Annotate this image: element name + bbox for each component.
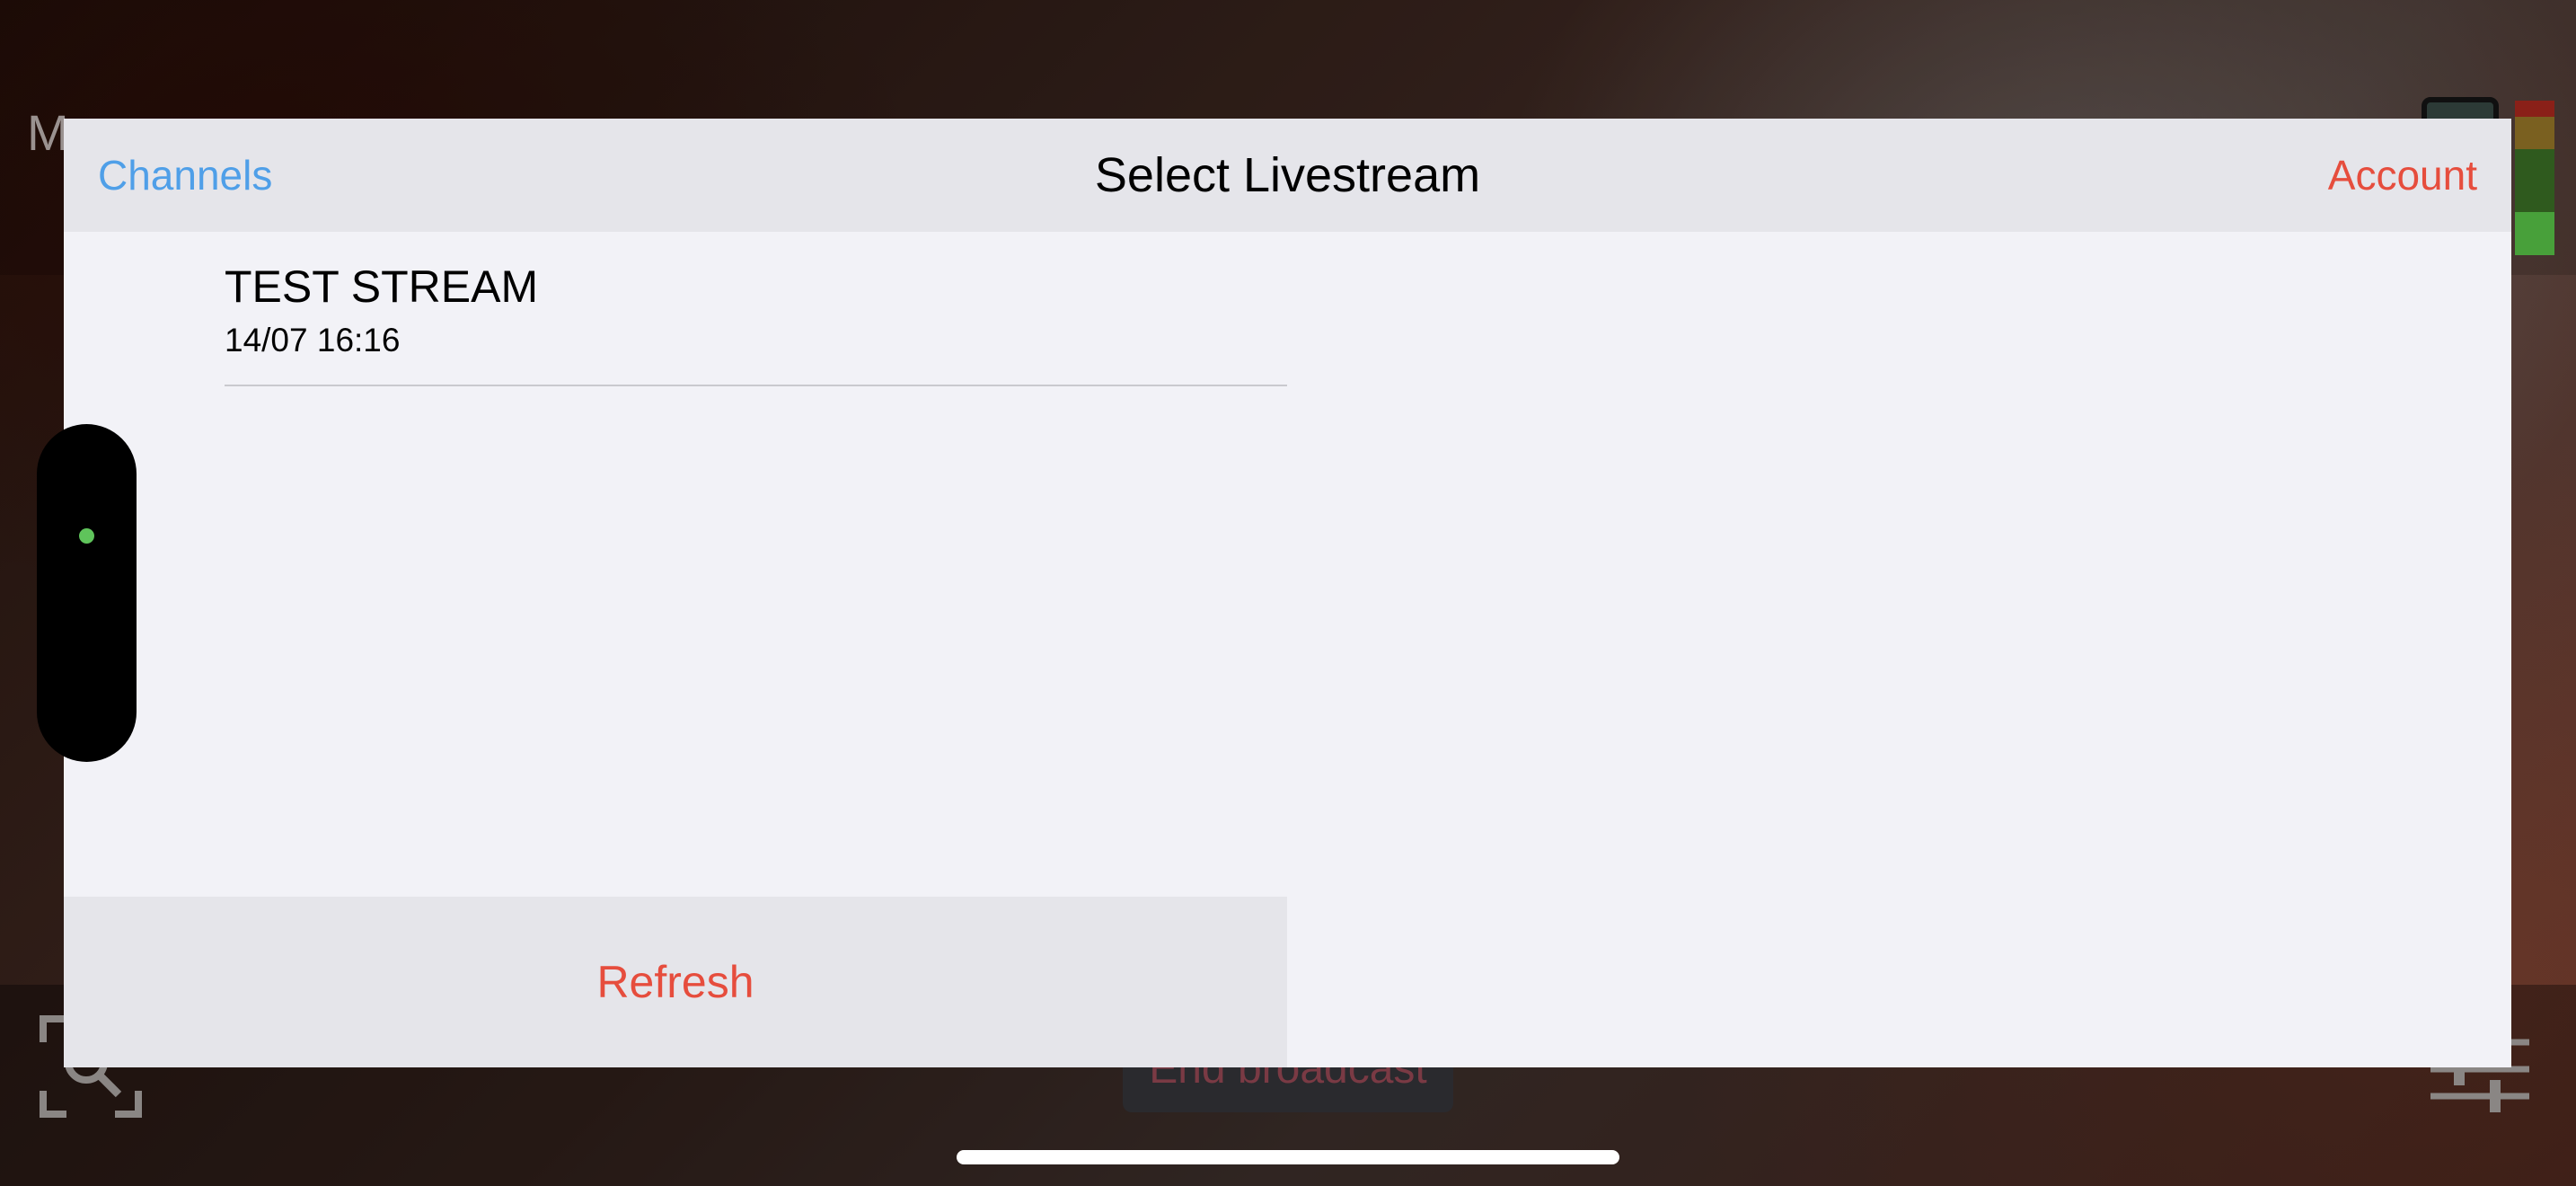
divider <box>225 385 1287 386</box>
select-livestream-modal: Select Livestream Channels Account TEST … <box>64 119 2511 1067</box>
stream-date: 14/07 16:16 <box>225 322 401 358</box>
page-title: Select Livestream <box>1094 148 1481 202</box>
channels-button[interactable]: Channels <box>98 119 272 232</box>
navigation-bar: Select Livestream Channels Account <box>64 119 2511 232</box>
refresh-bar: Refresh <box>64 897 1287 1067</box>
refresh-button[interactable]: Refresh <box>64 897 1287 1067</box>
status-dot <box>79 528 94 544</box>
background-title: M <box>27 104 69 161</box>
audio-level-meter <box>2515 101 2554 255</box>
stream-title: TEST STREAM <box>225 261 539 312</box>
home-indicator[interactable] <box>957 1150 1619 1164</box>
list-item[interactable]: TEST STREAM 14/07 16:16 <box>64 232 1287 386</box>
livestream-list: TEST STREAM 14/07 16:16 <box>64 232 1287 386</box>
account-button[interactable]: Account <box>2328 119 2477 232</box>
side-control-pill[interactable] <box>37 424 137 762</box>
